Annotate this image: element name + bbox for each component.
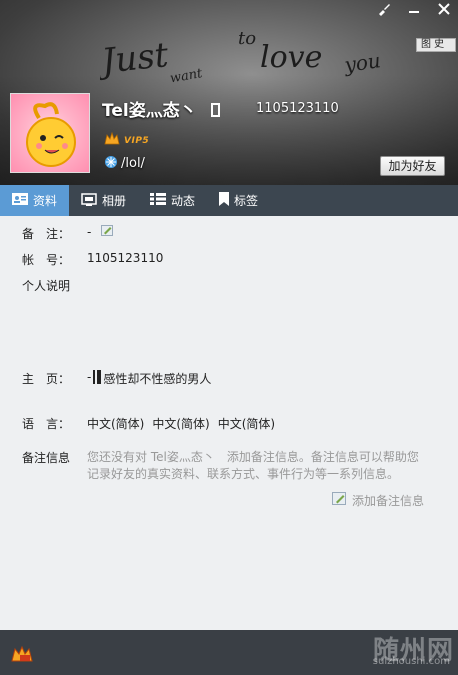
homepage-row: 主 页： - 感性却不性感的男人: [22, 370, 211, 387]
profile-header: Just to want love you Tel姿灬态丶 1105123110: [0, 0, 458, 185]
tab-profile-label: 资料: [33, 194, 58, 208]
language-row: 语 言： 中文(简体) 中文(简体) 中文(简体): [22, 415, 275, 432]
tab-feed-label: 动态: [171, 194, 196, 208]
mobile-icon: [210, 103, 220, 117]
uin-number: 1105123110: [256, 101, 339, 116]
homepage-bar-glyph: [93, 370, 102, 384]
language-value-2: 中文(简体): [152, 417, 210, 431]
remark-info-text: 您还没有对 Tel姿灬态丶 添加备注信息。备注信息可以帮助您记录好友的真实资料、…: [87, 450, 419, 481]
tab-feed[interactable]: 动态: [138, 185, 207, 216]
close-icon[interactable]: [436, 2, 452, 18]
account-label: 帐 号：: [22, 253, 71, 267]
tab-tags-label: 标签: [234, 194, 259, 208]
bio-row: 个人说明: [22, 277, 87, 294]
signature-row: /lol/: [104, 155, 145, 172]
banner-word-3: want: [169, 66, 204, 87]
add-remark-link[interactable]: 添加备注信息: [331, 492, 424, 509]
tab-bar: 资料 相册 动态 标签: [0, 185, 458, 216]
homepage-prefix: -: [87, 370, 92, 384]
footer-bar: 随州网 suizhoushi.com: [0, 630, 458, 675]
add-note-icon: [331, 492, 348, 509]
watermark-url: suizhoushi.com: [372, 656, 450, 667]
nickname-text: Tel姿灬态丶: [102, 101, 197, 121]
signature-text: /lol/: [121, 156, 145, 171]
nickname: Tel姿灬态丶: [102, 96, 220, 121]
language-value-3: 中文(简体): [217, 417, 276, 431]
account-row: 帐 号： 1105123110: [22, 251, 163, 268]
add-remark-link-label: 添加备注信息: [351, 494, 424, 508]
banner-word-4: love: [260, 40, 322, 75]
footer-corner-button[interactable]: 图 史: [416, 38, 456, 52]
feed-list-icon: [150, 193, 167, 208]
tab-tags[interactable]: 标签: [207, 185, 270, 216]
remark-info-row: 备注信息 您还没有对 Tel姿灬态丶 添加备注信息。备注信息可以帮助您记录好友的…: [22, 449, 427, 483]
profile-card-icon: [12, 193, 28, 208]
tab-album-label: 相册: [102, 194, 127, 208]
vip-crown-footer-icon[interactable]: [11, 645, 33, 666]
remark-label: 备 注：: [22, 227, 71, 241]
banner-word-1: Just: [100, 35, 171, 82]
language-label: 语 言：: [22, 417, 71, 431]
photo-album-icon: [81, 192, 97, 209]
homepage-value[interactable]: 感性却不性感的男人: [103, 370, 211, 387]
banner-word-5: you: [342, 48, 382, 77]
tab-album[interactable]: 相册: [69, 185, 138, 216]
avatar-image: [26, 102, 76, 167]
bio-label: 个人说明: [22, 279, 71, 293]
homepage-label: 主 页：: [22, 372, 71, 386]
minimize-icon[interactable]: [406, 2, 422, 18]
language-value-1: 中文(简体): [87, 417, 145, 431]
vip-level: VIP5: [124, 135, 150, 146]
banner-word-2: to: [238, 28, 256, 49]
banner-art: Just to want love you: [100, 28, 382, 87]
remark-info-label: 备注信息: [22, 451, 71, 465]
skin-icon[interactable]: [376, 2, 392, 18]
avatar[interactable]: [10, 93, 90, 173]
window-controls: [376, 2, 452, 18]
bookmark-icon: [219, 192, 230, 209]
add-friend-button[interactable]: 加为好友: [380, 156, 445, 176]
account-value: 1105123110: [87, 251, 164, 265]
vip-badge[interactable]: VIP5: [104, 131, 150, 149]
remark-value: -: [87, 225, 92, 239]
vip-crown-icon: [104, 131, 120, 149]
profile-window: Just to want love you Tel姿灬态丶 1105123110: [0, 0, 458, 675]
tab-profile[interactable]: 资料: [0, 185, 70, 216]
edit-remark-icon[interactable]: [101, 225, 114, 240]
profile-content: 备 注： - 帐 号： 1105123110 个人说明 主 页： - 感性却不性…: [0, 216, 458, 630]
remark-row: 备 注： -: [22, 225, 114, 242]
snowflake-icon: [104, 155, 118, 172]
